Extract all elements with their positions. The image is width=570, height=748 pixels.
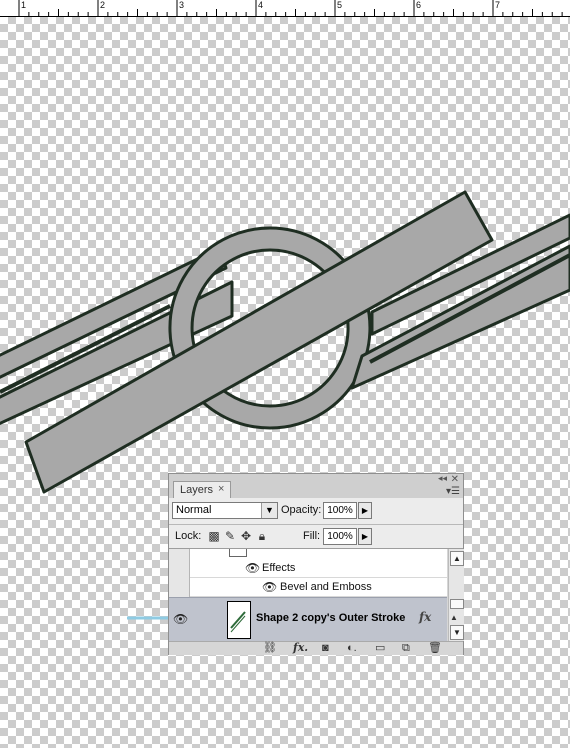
eye-icon[interactable]: 👁︎ [173,612,188,626]
fill-label: Fill: [303,530,321,542]
move-icon[interactable]: ✥ [239,529,253,543]
lock-fill-row: Lock: ▩ ✎ ✥ 🔒︎ Fill: 100% ▶ [169,525,463,549]
blend-mode-value: Normal [176,504,212,516]
adjustment-icon[interactable]: ◐. [347,642,357,655]
layers-list[interactable]: 👁︎ Effects 👁︎ Bevel and Emboss 👁︎ Shape … [169,549,447,641]
layer-name[interactable]: Shape 2 copy's Outer Stroke [256,612,405,624]
blend-mode-select[interactable]: Normal ▼ [172,502,278,519]
layers-panel: Layers × ◂◂ ✕ ▾☰ Normal ▼ Opacity: 100% … [168,473,464,655]
tab-close-icon[interactable]: × [218,483,224,495]
selected-layer-row[interactable]: 👁︎ Shape 2 copy's Outer Stroke fx [169,597,447,641]
brush-icon[interactable]: ✎ [223,529,237,543]
fx-icon[interactable]: fx [419,610,431,624]
collapse-icon[interactable]: ◂◂ [438,473,447,484]
layer-thumbnail [227,601,251,639]
padlock-icon[interactable]: 🔒︎ [255,529,269,543]
chevron-down-icon[interactable]: ▼ [261,503,277,518]
mask-icon[interactable]: ◙ [322,642,329,655]
lock-transparent-icon[interactable]: ▩ [207,529,221,543]
scroll-up-icon[interactable]: ▲ [450,551,464,566]
new-layer-icon[interactable]: ⧉ [402,642,410,655]
scroll-down-icon[interactable]: ▼ [450,625,464,640]
eye-icon[interactable]: 👁︎ [262,580,277,594]
trash-icon[interactable]: 🗑︎ [428,642,442,655]
effects-row[interactable]: 👁︎ Effects [190,559,447,578]
tab-layers-label: Layers [180,484,214,496]
tab-layers[interactable]: Layers × [173,481,231,498]
fx-icon[interactable]: fx. [293,642,308,655]
layer-thumbnail-partial [229,549,247,557]
panel-close-icon[interactable]: ✕ [451,474,459,485]
scroll-step-up-icon[interactable]: ▲ [450,613,458,622]
blend-opacity-row: Normal ▼ Opacity: 100% ▶ [169,498,463,525]
panel-menu-icon[interactable]: ▾☰ [446,486,460,497]
scroll-thumb[interactable] [450,599,464,609]
effect-item-row[interactable]: 👁︎ Bevel and Emboss [190,578,447,597]
fill-input[interactable]: 100% [323,528,357,545]
eye-icon[interactable]: 👁︎ [245,561,260,575]
opacity-input[interactable]: 100% [323,502,357,519]
layers-scrollbar[interactable]: ▲ ▲ ▼ [448,549,464,641]
effect-item-label: Bevel and Emboss [280,581,372,593]
folder-icon[interactable]: ▭ [375,642,385,655]
opacity-label: Opacity: [281,504,322,516]
lock-label: Lock: [175,530,202,542]
link-icon[interactable]: ⛓︎ [263,642,277,655]
fill-slider-button[interactable]: ▶ [358,528,372,545]
panel-header: Layers × ◂◂ ✕ ▾☰ [169,473,463,498]
layer-thumbnail-art [230,611,246,633]
effects-label: Effects [262,562,296,574]
opacity-slider-button[interactable]: ▶ [358,502,372,519]
panel-footer: ⛓︎ fx. ◙ ◐. ▭ ⧉ 🗑︎ [169,641,463,655]
